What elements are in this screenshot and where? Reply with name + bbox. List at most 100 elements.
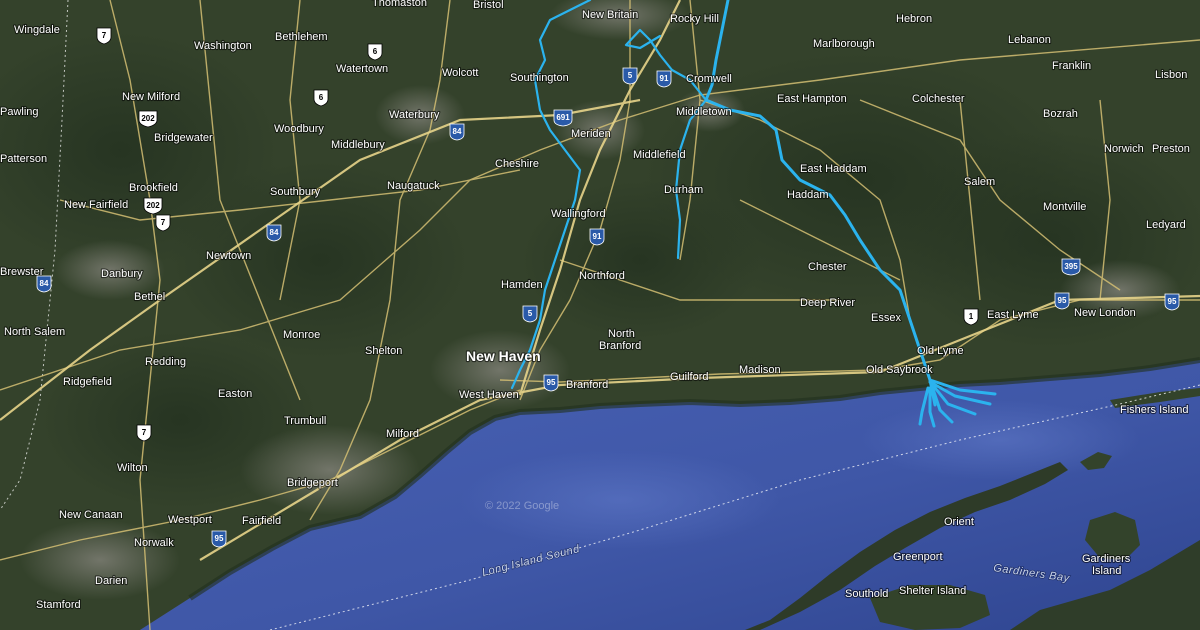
place-label: Orient <box>944 516 974 528</box>
place-label: Westport <box>168 514 212 526</box>
place-label: Colchester <box>912 93 965 105</box>
us-route-number: 202 <box>141 114 155 123</box>
us-route-shield: 7 <box>96 27 112 45</box>
place-label: Southold <box>845 588 888 600</box>
place-label: Fishers Island <box>1120 404 1188 416</box>
place-label: Redding <box>145 356 186 368</box>
interstate-shield: 91 <box>589 228 605 246</box>
interstate-shield: 395 <box>1061 258 1081 276</box>
place-label: Bristol <box>473 0 504 11</box>
place-label: East Haddam <box>800 163 867 175</box>
place-label: Norwalk <box>134 537 174 549</box>
place-label: Old Lyme <box>917 345 964 357</box>
place-label: Shelter Island <box>899 585 966 597</box>
place-label: Branford <box>566 379 608 391</box>
place-label: Haddam <box>787 189 829 201</box>
place-label: Lisbon <box>1155 69 1187 81</box>
interstate-number: 95 <box>215 534 224 543</box>
us-route-shield: 7 <box>155 214 171 232</box>
interstate-number: 84 <box>270 228 279 237</box>
interstate-number: 691 <box>556 113 570 122</box>
place-label: Watertown <box>336 63 388 75</box>
place-label: Bozrah <box>1043 108 1078 120</box>
place-label: New Britain <box>582 9 638 21</box>
interstate-number: 91 <box>660 74 669 83</box>
place-label: Thomaston <box>372 0 427 9</box>
us-route-number: 1 <box>969 312 974 321</box>
place-label: Bridgewater <box>154 132 213 144</box>
place-label: Middlefield <box>633 149 686 161</box>
place-label: Wolcott <box>442 67 478 79</box>
place-label: Essex <box>871 312 901 324</box>
place-label: Southington <box>510 72 569 84</box>
interstate-shield: 95 <box>543 374 559 392</box>
place-label: Fairfield <box>242 515 281 527</box>
place-label: Woodbury <box>274 123 324 135</box>
interstate-shield: 5 <box>522 305 538 323</box>
us-route-number: 7 <box>142 428 147 437</box>
interstate-number: 84 <box>453 127 462 136</box>
place-label: East Hampton <box>777 93 847 105</box>
place-label: Milford <box>386 428 419 440</box>
place-label: Norwich <box>1104 143 1144 155</box>
interstate-shield: 691 <box>553 109 573 127</box>
place-label: Waterbury <box>389 109 440 121</box>
interstate-number: 84 <box>40 279 49 288</box>
place-label: Durham <box>664 184 703 196</box>
place-label: Pawling <box>0 106 39 118</box>
place-label: Salem <box>964 176 995 188</box>
place-label: Island <box>1092 565 1121 577</box>
place-label: Cromwell <box>686 73 732 85</box>
place-label: Chester <box>808 261 847 273</box>
place-label: Southbury <box>270 186 321 198</box>
place-label: Montville <box>1043 201 1086 213</box>
place-label: Guilford <box>670 371 709 383</box>
place-label: Ridgefield <box>63 376 112 388</box>
interstate-number: 5 <box>528 309 533 318</box>
us-route-shield: 6 <box>367 43 383 61</box>
place-label: Franklin <box>1052 60 1091 72</box>
us-route-shield: 6 <box>313 89 329 107</box>
place-label: Danbury <box>101 268 143 280</box>
us-route-shield: 202 <box>138 110 158 128</box>
interstate-shield: 95 <box>1164 293 1180 311</box>
interstate-shield: 95 <box>1054 292 1070 310</box>
us-route-number: 7 <box>161 218 166 227</box>
place-label: Trumbull <box>284 415 326 427</box>
place-label: Newtown <box>206 250 251 262</box>
place-label: Cheshire <box>495 158 539 170</box>
interstate-shield: 5 <box>622 67 638 85</box>
interstate-number: 5 <box>628 71 633 80</box>
place-label: Bethlehem <box>275 31 328 43</box>
place-label: Old Saybrook <box>866 364 933 376</box>
interstate-number: 91 <box>593 232 602 241</box>
interstate-shield: 84 <box>266 224 282 242</box>
place-label: New London <box>1074 307 1136 319</box>
place-label: East Lyme <box>987 309 1039 321</box>
place-label: Ledyard <box>1146 219 1186 231</box>
interstate-shield: 84 <box>36 275 52 293</box>
place-label: Wallingford <box>551 208 606 220</box>
us-route-number: 6 <box>319 93 324 102</box>
satellite-map[interactable]: Thomaston Bristol New Britain Rocky Hill… <box>0 0 1200 630</box>
map-copyright: © 2022 Google <box>485 500 559 512</box>
place-label: Northford <box>579 270 625 282</box>
interstate-shield: 84 <box>449 123 465 141</box>
place-label: Marlborough <box>813 38 875 50</box>
place-label: West Haven <box>459 389 519 401</box>
interstate-shield: 91 <box>656 70 672 88</box>
place-label: Shelton <box>365 345 402 357</box>
us-route-shield: 7 <box>136 424 152 442</box>
place-label: Middletown <box>676 106 732 118</box>
place-label: Bethel <box>134 291 165 303</box>
place-label: Madison <box>739 364 781 376</box>
interstate-number: 95 <box>547 378 556 387</box>
place-label: Monroe <box>283 329 320 341</box>
interstate-shield: 95 <box>211 530 227 548</box>
interstate-number: 95 <box>1058 296 1067 305</box>
place-label: Preston <box>1152 143 1190 155</box>
place-label: Hebron <box>896 13 932 25</box>
place-label: Bridgeport <box>287 477 338 489</box>
place-label: Branford <box>599 340 641 352</box>
place-label: Hamden <box>501 279 543 291</box>
